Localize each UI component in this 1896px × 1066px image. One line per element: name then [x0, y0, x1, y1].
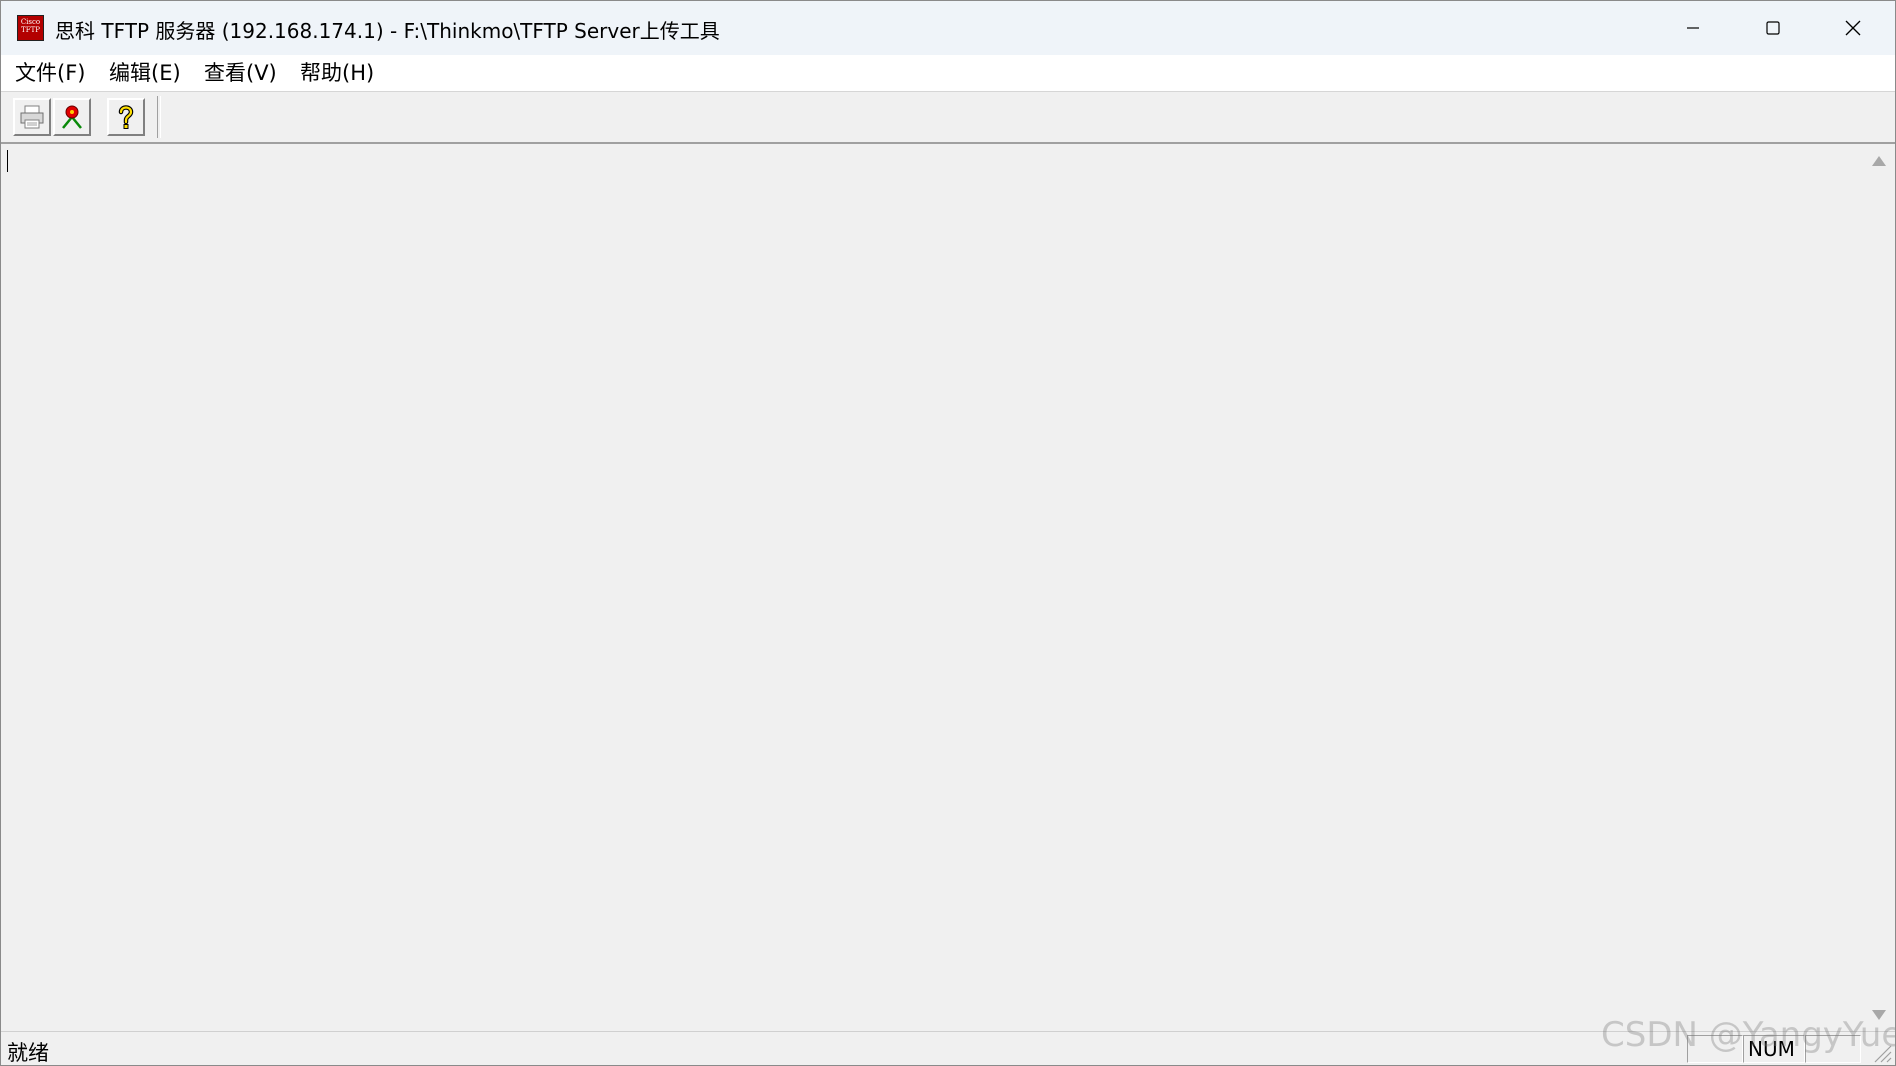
print-button[interactable]	[13, 98, 51, 136]
menu-help[interactable]: 帮助(H)	[296, 59, 378, 87]
options-icon	[62, 105, 82, 129]
toolbar	[1, 92, 1895, 144]
menu-edit[interactable]: 编辑(E)	[105, 59, 185, 87]
close-button[interactable]	[1813, 1, 1893, 55]
minimize-icon	[1687, 27, 1699, 29]
status-text: 就绪	[7, 1041, 49, 1065]
toolbar-separator	[157, 96, 161, 138]
options-button[interactable]	[53, 98, 91, 136]
status-pane-caps	[1687, 1035, 1743, 1063]
maximize-icon	[1766, 21, 1780, 35]
status-pane-num: NUM	[1743, 1035, 1805, 1063]
tftp-server-window: Cisco TFTP 思科 TFTP 服务器 (192.168.174.1) -…	[0, 0, 1896, 1066]
help-button[interactable]	[107, 98, 145, 136]
menu-bar: 文件(F) 编辑(E) 查看(V) 帮助(H)	[1, 55, 1895, 92]
title-bar[interactable]: Cisco TFTP 思科 TFTP 服务器 (192.168.174.1) -…	[1, 1, 1895, 55]
close-icon	[1845, 20, 1861, 36]
vertical-scrollbar[interactable]	[1863, 144, 1895, 1030]
scroll-up-arrow-icon[interactable]	[1872, 156, 1886, 166]
print-icon	[20, 105, 44, 129]
status-bar: 就绪 NUM	[1, 1031, 1895, 1065]
resize-grip-icon[interactable]	[1869, 1040, 1893, 1064]
minimize-button[interactable]	[1653, 1, 1733, 55]
maximize-button[interactable]	[1733, 1, 1813, 55]
help-icon	[118, 105, 134, 129]
cisco-tftp-app-icon[interactable]: Cisco TFTP	[17, 15, 44, 41]
app-icon-line-2: TFTP	[21, 26, 40, 34]
status-pane-scroll	[1805, 1035, 1861, 1063]
app-icon-line-1: Cisco	[20, 18, 41, 26]
window-title: 思科 TFTP 服务器 (192.168.174.1) - F:\Thinkmo…	[55, 19, 720, 43]
scroll-down-arrow-icon[interactable]	[1872, 1010, 1886, 1020]
menu-file[interactable]: 文件(F)	[11, 59, 89, 87]
menu-view[interactable]: 查看(V)	[200, 59, 281, 87]
text-caret	[7, 150, 8, 172]
log-area[interactable]	[3, 144, 1863, 1030]
